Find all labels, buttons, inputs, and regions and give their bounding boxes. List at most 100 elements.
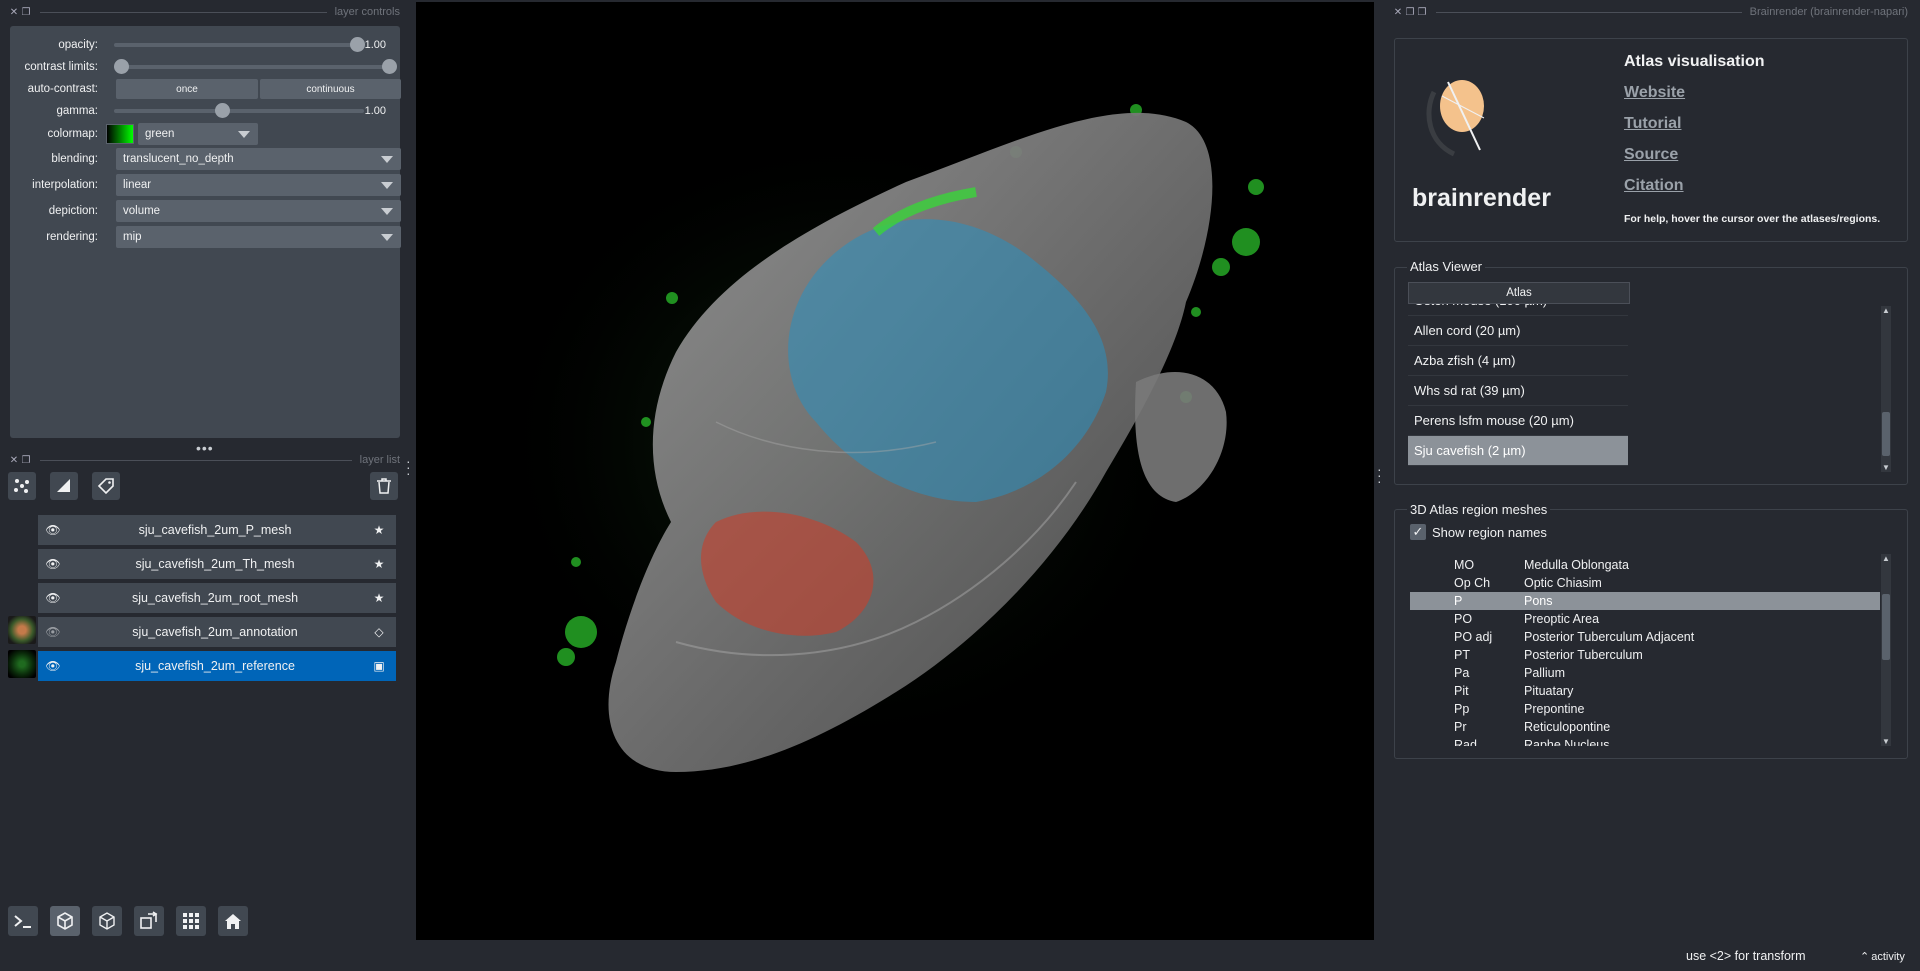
activity-button[interactable]: ⌃ activity — [1860, 950, 1905, 964]
colormap-swatch[interactable] — [106, 124, 134, 144]
contrast-min-handle[interactable] — [114, 59, 129, 74]
atlas-item[interactable]: Allen cord (20 µm) — [1408, 316, 1628, 346]
region-acronym: Pit — [1454, 684, 1469, 698]
auto-contrast-continuous-button[interactable]: continuous — [260, 79, 401, 99]
layer-name: sju_cavefish_2um_Th_mesh — [135, 557, 295, 571]
region-name: Medulla Oblongata — [1524, 558, 1629, 572]
new-labels-layer-button[interactable] — [92, 472, 120, 500]
layer-item-th-mesh[interactable]: 👁 sju_cavefish_2um_Th_mesh ★ — [38, 549, 396, 579]
atlas-item[interactable]: Perens lsfm mouse (20 µm) — [1408, 406, 1628, 436]
region-acronym: MO — [1454, 558, 1475, 572]
grid-view-button[interactable] — [176, 906, 206, 936]
delete-layer-button[interactable] — [370, 472, 398, 500]
toggle-ndisplay-button[interactable] — [50, 906, 80, 936]
layer-controls-titlebar: ✕ ❐ layer controls — [8, 4, 400, 20]
interpolation-label: interpolation: — [32, 179, 98, 191]
blending-dropdown[interactable]: translucent_no_depth — [116, 148, 401, 170]
transpose-dims-button[interactable] — [134, 906, 164, 936]
contrast-limits-slider[interactable] — [114, 59, 397, 74]
atlas-item-selected[interactable]: Sju cavefish (2 µm) — [1408, 436, 1628, 466]
region-tree-scrollbar[interactable]: ▲ ▼ — [1881, 554, 1891, 746]
scroll-down-icon[interactable]: ▼ — [1881, 737, 1891, 746]
pin-icon[interactable]: ❐ — [1416, 7, 1428, 18]
scrollbar-thumb[interactable] — [1882, 594, 1890, 660]
eye-icon[interactable]: 👁 — [38, 591, 68, 605]
brainrender-logo-icon — [1426, 80, 1485, 157]
float-icon[interactable]: ❐ — [20, 7, 32, 18]
colormap-dropdown[interactable]: green — [138, 123, 258, 145]
eye-icon[interactable]: 👁 — [38, 659, 68, 673]
layer-name: sju_cavefish_2um_P_mesh — [138, 523, 292, 537]
layer-item-annotation[interactable]: 👁 sju_cavefish_2um_annotation ◇ — [38, 617, 396, 647]
rendering-dropdown[interactable]: mip — [116, 226, 401, 248]
region-row-selected[interactable]: P Pons — [1410, 592, 1880, 610]
close-icon[interactable]: ✕ — [8, 455, 20, 466]
show-region-names-checkbox[interactable]: ✓ — [1410, 524, 1426, 540]
region-name: Pituatary — [1524, 684, 1574, 698]
region-tree[interactable]: MO Medulla Oblongata Op Ch Optic Chiasim P… — [1410, 556, 1882, 746]
region-row[interactable]: Pp Prepontine — [1410, 700, 1880, 718]
citation-link[interactable]: Citation — [1624, 177, 1684, 195]
layer-item-root-mesh[interactable]: 👁 sju_cavefish_2um_root_mesh ★ — [38, 583, 396, 613]
reset-view-button[interactable] — [218, 906, 248, 936]
website-link[interactable]: Website — [1624, 84, 1685, 102]
close-icon[interactable]: ✕ — [1392, 7, 1404, 18]
region-row[interactable]: PO adj Posterior Tuberculum Adjacent — [1410, 628, 1880, 646]
region-row[interactable]: Pa Pallium — [1410, 664, 1880, 682]
region-row[interactable]: Rad Raphe Nucleus — [1410, 736, 1880, 746]
interpolation-dropdown[interactable]: linear — [116, 174, 401, 196]
panel-resize-handle[interactable]: · · · — [406, 454, 411, 480]
float-icon[interactable]: ❐ — [20, 455, 32, 466]
layer-item-reference[interactable]: 👁 sju_cavefish_2um_reference ▣ — [38, 651, 396, 681]
atlas-column-header[interactable]: Atlas — [1408, 282, 1630, 304]
region-row[interactable]: Pit Pituatary — [1410, 682, 1880, 700]
activity-label: activity — [1871, 950, 1905, 963]
region-name: Pons — [1524, 594, 1553, 608]
opacity-slider-handle[interactable] — [350, 37, 365, 52]
contrast-max-handle[interactable] — [382, 59, 397, 74]
contrast-row: contrast limits: — [10, 56, 400, 78]
cube-3d-icon — [57, 912, 73, 930]
new-points-layer-button[interactable] — [8, 472, 36, 500]
atlas-list-scrollbar[interactable]: ▲ ▼ — [1881, 306, 1891, 472]
depiction-dropdown[interactable]: volume — [116, 200, 401, 222]
panel-resize-handle[interactable]: · · · — [1377, 462, 1382, 488]
console-button[interactable] — [8, 906, 38, 936]
region-row[interactable]: PO Preoptic Area — [1410, 610, 1880, 628]
atlas-list[interactable]: Osten mouse (100 µm) Allen cord (20 µm) … — [1408, 296, 1630, 471]
star-icon: ★ — [373, 591, 385, 605]
region-row[interactable]: PT Posterior Tuberculum — [1410, 646, 1880, 664]
auto-contrast-once-button[interactable]: once — [116, 79, 258, 99]
layer-item-p-mesh[interactable]: 👁 sju_cavefish_2um_P_mesh ★ — [38, 515, 396, 545]
star-icon: ★ — [373, 523, 385, 537]
gamma-slider[interactable] — [114, 103, 364, 118]
eye-hidden-icon[interactable]: 👁 — [38, 625, 68, 639]
region-row[interactable]: Pr Reticulopontine — [1410, 718, 1880, 736]
region-acronym: Op Ch — [1454, 576, 1491, 590]
chevron-down-icon — [381, 234, 393, 241]
annotation-thumbnail — [8, 616, 36, 644]
roll-dims-button[interactable] — [92, 906, 122, 936]
opacity-value: 1.00 — [364, 39, 386, 51]
tutorial-link[interactable]: Tutorial — [1624, 115, 1681, 133]
opacity-slider[interactable] — [114, 37, 365, 52]
scroll-up-icon[interactable]: ▲ — [1881, 306, 1891, 315]
atlas-item[interactable]: Whs sd rat (39 µm) — [1408, 376, 1628, 406]
scrollbar-thumb[interactable] — [1882, 412, 1890, 456]
float-icon[interactable]: ❐ — [1404, 7, 1416, 18]
gamma-slider-handle[interactable] — [215, 103, 230, 118]
interpolation-value: linear — [123, 179, 152, 191]
new-shapes-layer-button[interactable] — [50, 472, 78, 500]
eye-icon[interactable]: 👁 — [38, 523, 68, 537]
scroll-up-icon[interactable]: ▲ — [1881, 554, 1891, 563]
close-icon[interactable]: ✕ — [8, 7, 20, 18]
source-link[interactable]: Source — [1624, 146, 1678, 164]
colormap-value: green — [145, 128, 175, 140]
eye-icon[interactable]: 👁 — [38, 557, 68, 571]
region-row[interactable]: MO Medulla Oblongata — [1410, 556, 1880, 574]
label-tag-icon — [97, 478, 114, 495]
atlas-item[interactable]: Azba zfish (4 µm) — [1408, 346, 1628, 376]
scroll-down-icon[interactable]: ▼ — [1881, 463, 1891, 472]
viewer-canvas[interactable] — [416, 2, 1374, 940]
region-row[interactable]: Op Ch Optic Chiasim — [1410, 574, 1880, 592]
